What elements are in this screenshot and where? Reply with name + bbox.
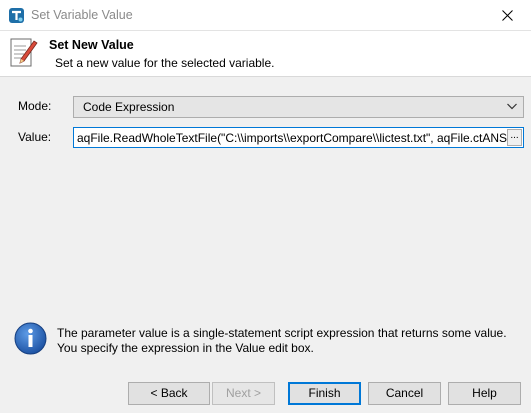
- value-label: Value:: [18, 130, 52, 144]
- value-field: ...: [73, 127, 524, 148]
- title-bar: Set Variable Value: [0, 0, 531, 31]
- mode-dropdown[interactable]: Code Expression: [73, 96, 524, 118]
- help-button[interactable]: Help: [448, 382, 521, 405]
- ellipsis-button[interactable]: ...: [507, 129, 522, 146]
- info-icon: [14, 322, 47, 355]
- chevron-down-icon: [507, 103, 517, 110]
- close-icon: [502, 10, 513, 21]
- finish-button[interactable]: Finish: [288, 382, 361, 405]
- close-button[interactable]: [485, 0, 531, 30]
- mode-label: Mode:: [18, 99, 52, 113]
- header-subtitle: Set a new value for the selected variabl…: [55, 56, 275, 70]
- window-title: Set Variable Value: [31, 8, 133, 22]
- cancel-button[interactable]: Cancel: [368, 382, 441, 405]
- next-button[interactable]: Next >: [212, 382, 275, 405]
- wizard-header: Set New Value Set a new value for the se…: [0, 31, 531, 77]
- mode-value: Code Expression: [83, 100, 175, 114]
- info-text: The parameter value is a single-statemen…: [57, 326, 507, 355]
- edit-document-icon: [10, 38, 38, 67]
- value-input[interactable]: [74, 128, 509, 147]
- header-title: Set New Value: [49, 38, 134, 52]
- testcomplete-icon: [9, 8, 24, 23]
- back-button[interactable]: < Back: [128, 382, 210, 405]
